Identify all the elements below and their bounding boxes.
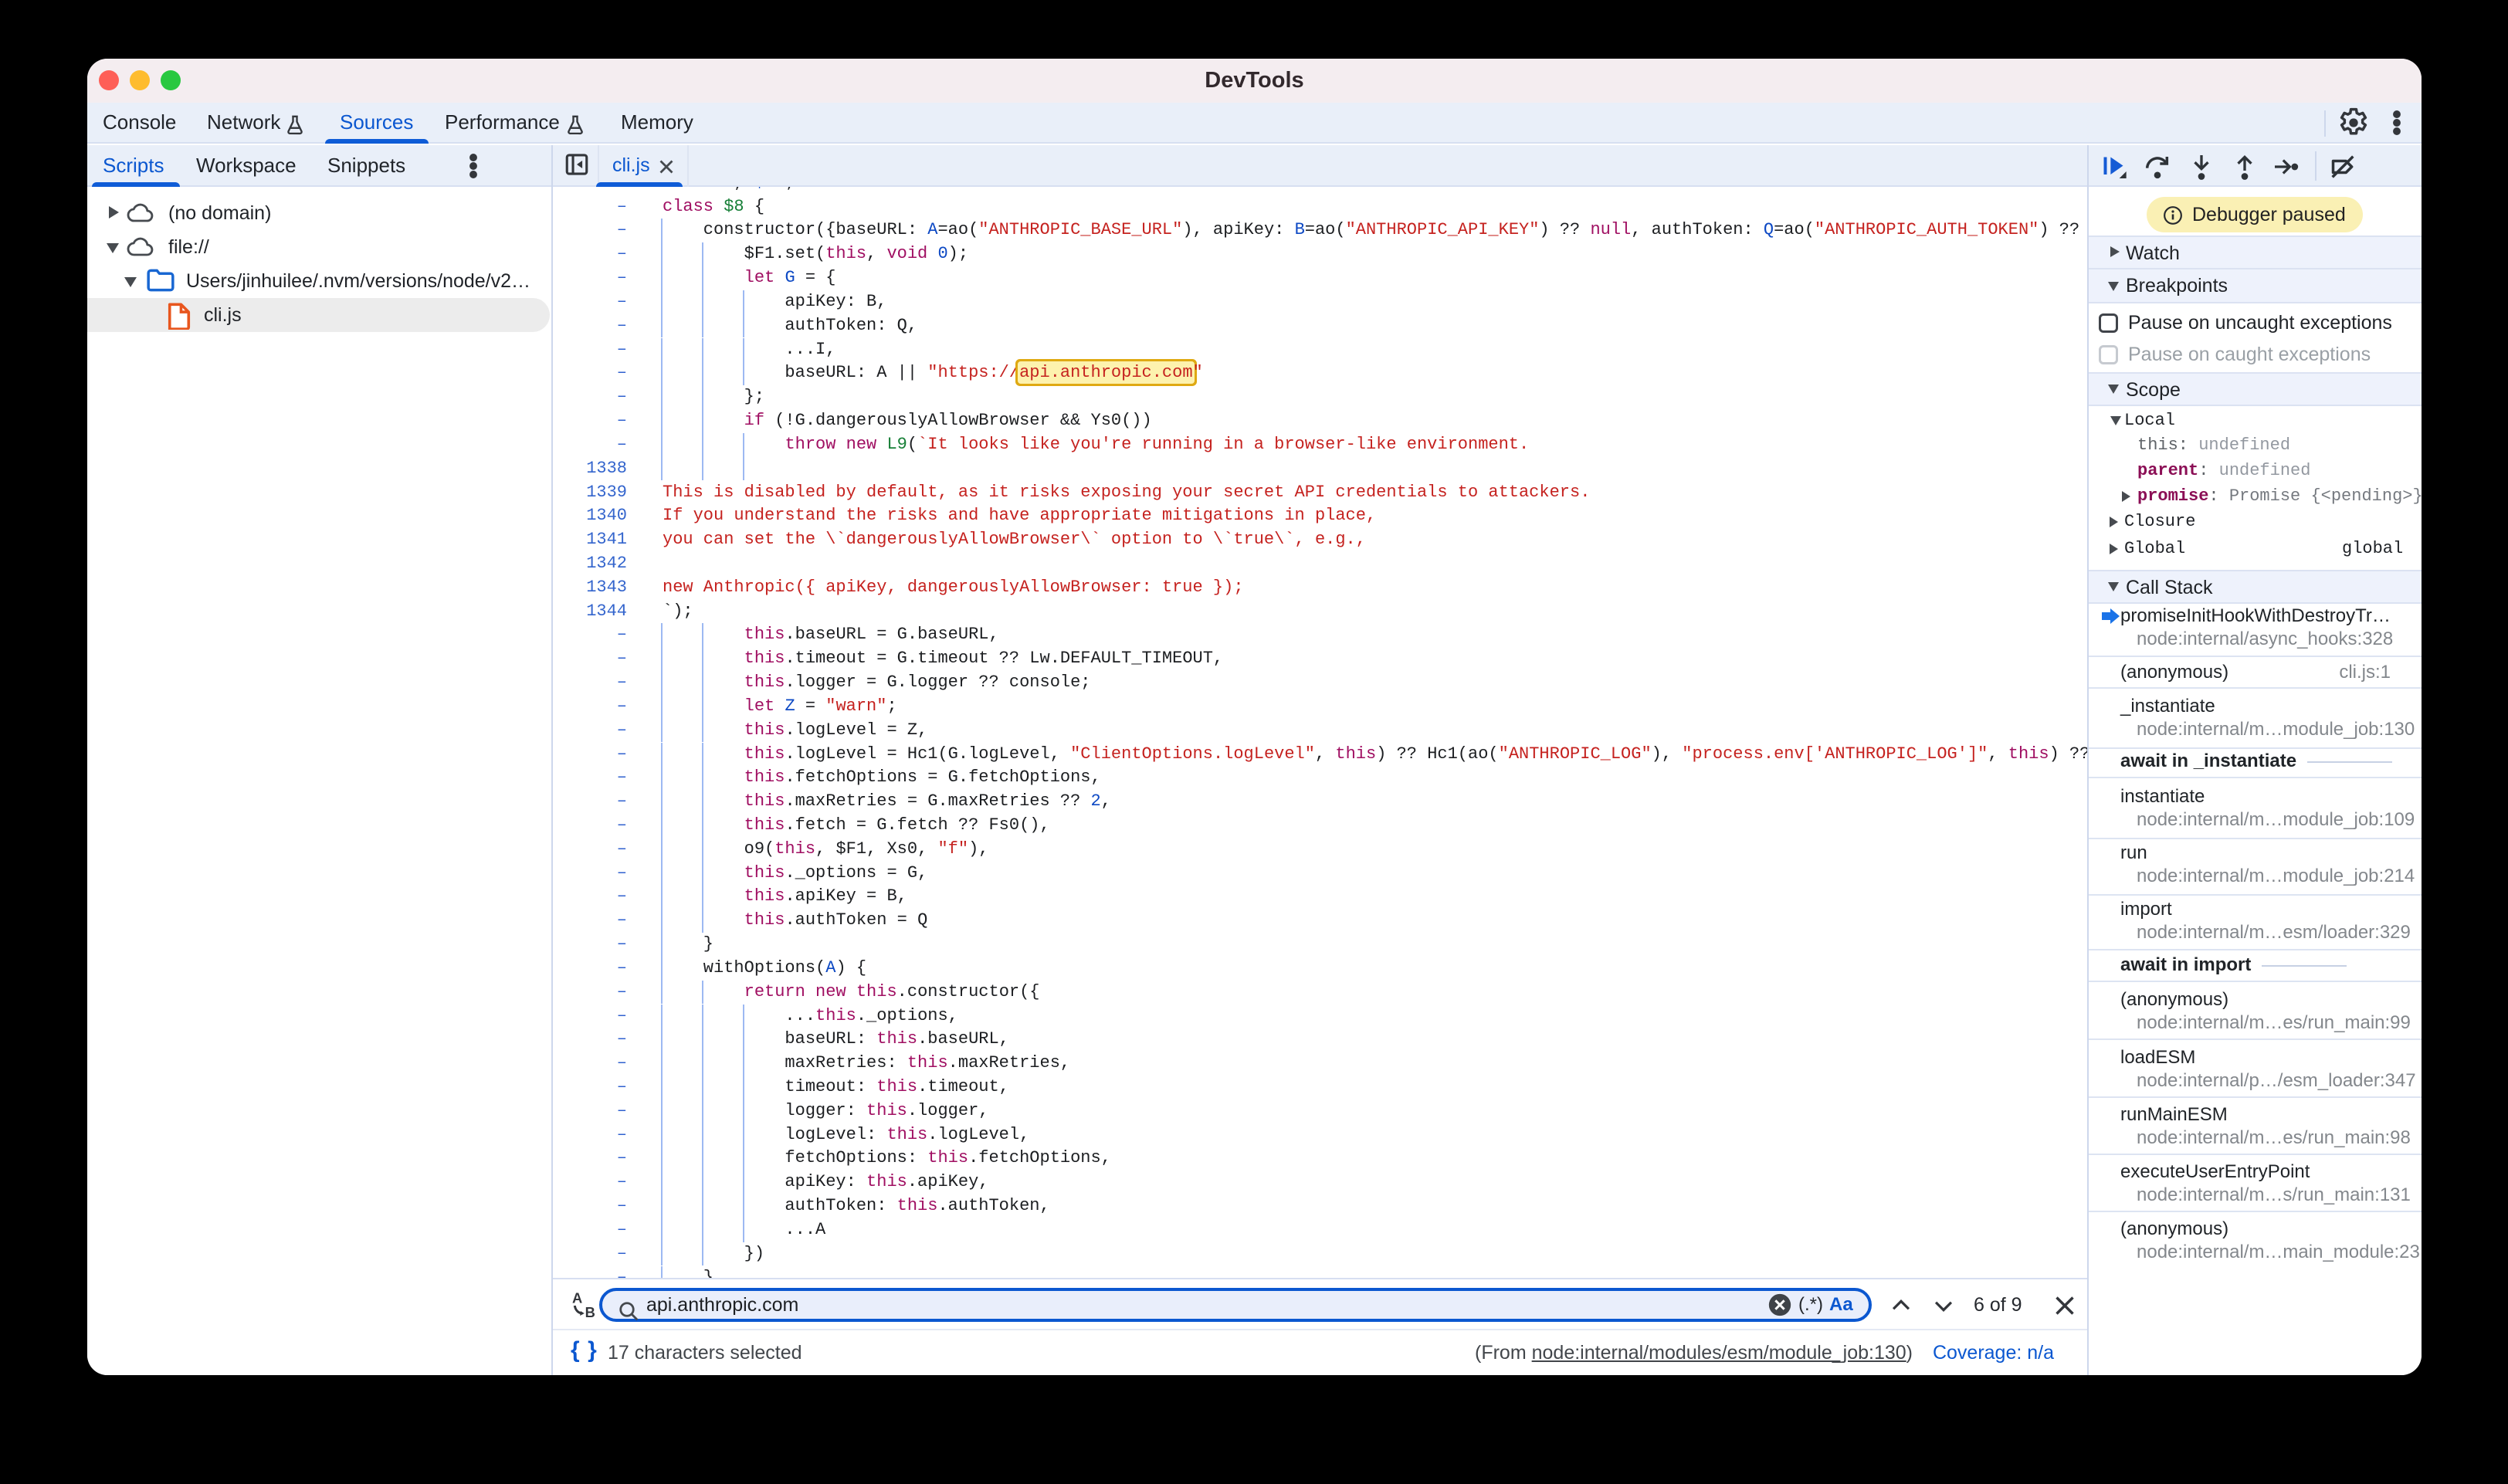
svg-text:B: B	[585, 1304, 595, 1320]
svg-text:A: A	[572, 1290, 582, 1306]
